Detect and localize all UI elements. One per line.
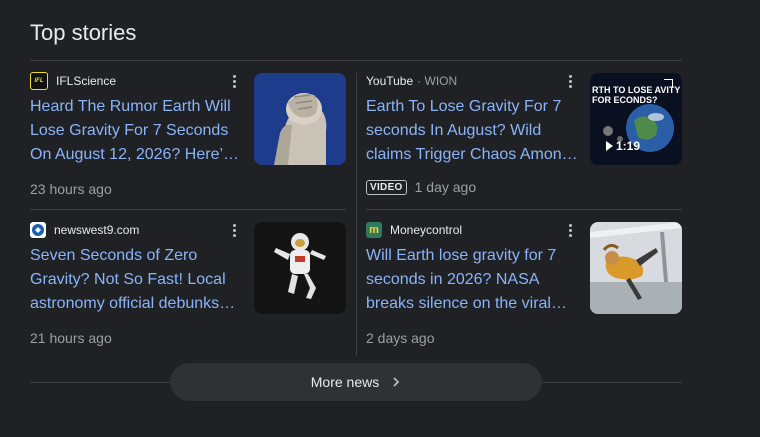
story-time: 21 hours ago — [30, 330, 112, 346]
story-meta: 21 hours ago — [30, 330, 112, 346]
story-time: 1 day ago — [414, 179, 477, 195]
story-card[interactable]: newswest9.com Seven Seconds of Zero Grav… — [30, 222, 346, 352]
story-thumbnail[interactable] — [254, 73, 346, 165]
story-card[interactable]: IFL IFLScience Heard The Rumor Earth Wil… — [30, 72, 346, 203]
more-news-label: More news — [310, 374, 380, 390]
section-title: Top stories — [30, 20, 137, 45]
story-time: 23 hours ago — [30, 181, 112, 197]
story-headline[interactable]: Heard The Rumor Earth Will Lose Gravity … — [30, 95, 242, 167]
moneycontrol-favicon-icon: m — [366, 222, 382, 238]
story-source: m Moneycontrol — [366, 222, 462, 238]
story-meta: 2 days ago — [366, 330, 435, 346]
story-headline[interactable]: Seven Seconds of Zero Gravity? Not So Fa… — [30, 244, 242, 316]
divider — [30, 209, 346, 210]
source-name: IFLScience — [56, 74, 117, 88]
video-badge: VIDEO — [366, 179, 407, 195]
more-options-icon[interactable] — [228, 73, 240, 89]
story-source: newswest9.com — [30, 222, 139, 238]
play-icon — [606, 141, 613, 151]
source-name: Moneycontrol — [390, 223, 463, 237]
story-card[interactable]: YouTube · WION Earth To Lose Gravity For… — [366, 73, 682, 203]
story-time: 2 days ago — [366, 330, 435, 346]
story-meta: VIDEO 1 day ago — [366, 179, 476, 195]
source-channel: · WION — [417, 74, 458, 88]
story-source: YouTube · WION — [366, 73, 457, 89]
source-name: YouTube — [366, 74, 414, 88]
more-options-icon[interactable] — [564, 73, 576, 89]
more-options-icon[interactable] — [228, 222, 240, 238]
expand-icon — [664, 79, 673, 88]
newswest9-favicon-icon — [30, 222, 46, 238]
divider — [30, 60, 682, 61]
thumbnail-caption: RTH TO LOSE AVITY FOR ECONDS? — [592, 85, 681, 105]
video-duration: 1:19 — [606, 139, 640, 153]
story-thumbnail[interactable] — [254, 222, 346, 314]
column-divider — [356, 73, 357, 356]
story-card[interactable]: m Moneycontrol Will Earth lose gravity f… — [366, 222, 682, 352]
story-thumbnail[interactable] — [590, 222, 682, 314]
story-source: IFL IFLScience — [30, 72, 117, 90]
chevron-right-icon — [393, 377, 400, 387]
story-headline[interactable]: Will Earth lose gravity for 7 seconds in… — [366, 244, 578, 316]
source-name: newswest9.com — [54, 223, 140, 237]
video-thumbnail[interactable]: RTH TO LOSE AVITY FOR ECONDS? 1:19 — [590, 73, 682, 165]
more-options-icon[interactable] — [564, 222, 576, 238]
story-meta: 23 hours ago — [30, 181, 112, 197]
divider — [366, 209, 682, 210]
more-news-button[interactable]: More news — [170, 363, 542, 401]
iflscience-favicon-icon: IFL — [30, 72, 48, 90]
story-headline[interactable]: Earth To Lose Gravity For 7 seconds In A… — [366, 95, 578, 167]
